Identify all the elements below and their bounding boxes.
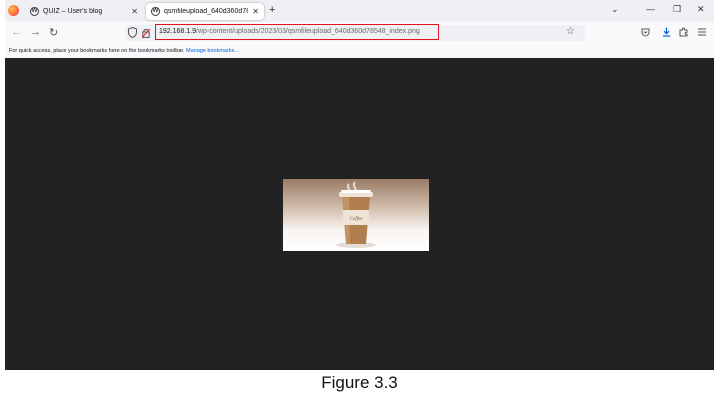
tab-list-button[interactable]: ⌄ [611, 4, 619, 15]
url-host: 192.168.1.9 [159, 28, 196, 35]
browser-window: W QUIZ – User's blog ✕ W qsmfileupload_6… [5, 0, 714, 370]
tab-close-icon[interactable]: ✕ [131, 7, 138, 16]
tab-title: QUIZ – User's blog [43, 8, 103, 15]
bookmarks-toolbar: For quick access, place your bookmarks h… [5, 44, 714, 58]
figure-caption: Figure 3.3 [321, 373, 398, 392]
hamburger-menu-icon[interactable] [698, 28, 706, 36]
coffee-cup-illustration: Coffee [336, 181, 376, 248]
address-bar[interactable]: 192.168.1.9/wp-content/uploads/2023/03/q… [125, 24, 585, 41]
minimize-button[interactable]: — [646, 4, 655, 14]
wordpress-icon: W [30, 7, 39, 16]
forward-button[interactable]: → [30, 26, 41, 38]
tracking-protection-shield-icon[interactable] [128, 27, 137, 38]
close-window-button[interactable]: ✕ [697, 4, 705, 15]
navigation-bar: ← → ↻ 192.168.1.9/wp-content/uploads/202… [5, 22, 714, 44]
insecure-lock-icon[interactable] [142, 28, 150, 38]
tab-close-icon[interactable]: ✕ [252, 7, 259, 16]
bookmarks-toolbar-message: For quick access, place your bookmarks h… [9, 48, 185, 54]
back-button[interactable]: ← [11, 26, 22, 38]
manage-bookmarks-link[interactable]: Manage bookmarks… [186, 48, 240, 54]
reload-button[interactable]: ↻ [49, 26, 58, 39]
tab-strip: W QUIZ – User's blog ✕ W qsmfileupload_6… [5, 0, 714, 22]
new-tab-button[interactable]: + [269, 4, 275, 16]
firefox-logo-icon [8, 5, 19, 16]
wordpress-icon: W [151, 7, 160, 16]
puzzle-icon[interactable] [679, 27, 689, 37]
coffee-cup-image[interactable]: Coffee [283, 179, 429, 251]
pocket-icon[interactable] [641, 28, 650, 37]
tab-quiz-blog[interactable]: W QUIZ – User's blog ✕ [25, 3, 143, 20]
cup-logo-text: Coffee [349, 217, 363, 222]
download-icon[interactable] [662, 27, 671, 37]
url-path: /wp-content/uploads/2023/03/qsmfileuploa… [195, 28, 420, 35]
image-viewer-area: Coffee [5, 58, 714, 370]
tab-title: qsmfileupload_640d360d78548_index.png [164, 8, 249, 15]
restore-button[interactable]: ❐ [673, 4, 681, 15]
url-text[interactable]: 192.168.1.9/wp-content/uploads/2023/03/q… [159, 28, 420, 35]
bookmark-star-icon[interactable]: ☆ [566, 26, 575, 37]
tab-image-file[interactable]: W qsmfileupload_640d360d78548_index.png … [146, 3, 264, 20]
